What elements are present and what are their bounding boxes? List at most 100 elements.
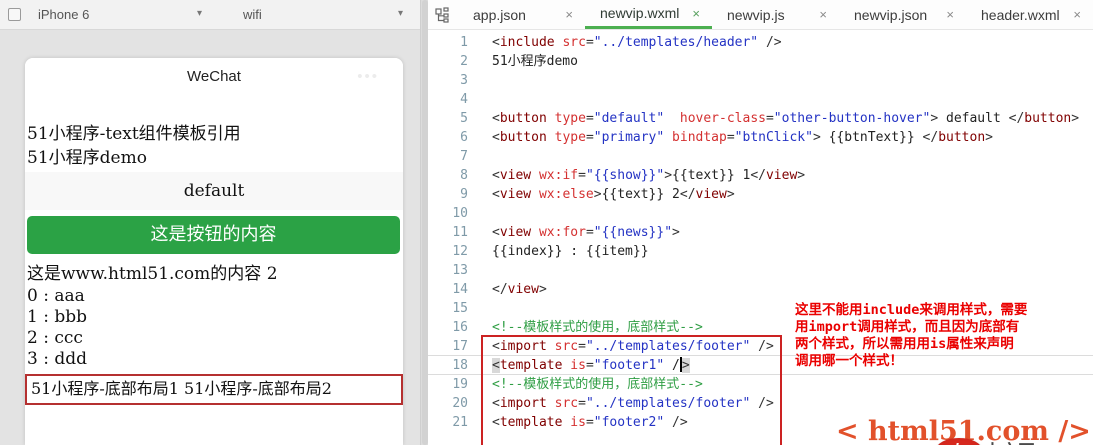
code-token (664, 130, 672, 145)
intro-line-2: 51小程序demo (27, 146, 403, 170)
code-token: type (555, 111, 586, 126)
code-text: <import src="../templates/footer" /> (468, 394, 774, 413)
network-select[interactable]: wifi (243, 7, 262, 22)
code-token (547, 339, 555, 354)
code-token: = (586, 225, 594, 240)
code-token (758, 35, 766, 50)
code-token: > (539, 282, 547, 297)
tab-newvip.json[interactable]: newvip.json× (839, 0, 966, 29)
code-line[interactable]: 19<!--模板样式的使用，底部样式--> (428, 375, 1093, 394)
primary-button[interactable]: 这是按钮的内容 (27, 216, 400, 254)
code-line[interactable]: 11<view wx:for="{{news}}"> (428, 223, 1093, 242)
code-token: template (500, 358, 563, 373)
simulator-panel: iPhone 6 ▾ wifi ▾ WeChat ••• 51小程序-text组… (0, 0, 420, 445)
line-number: 13 (428, 261, 468, 280)
file-tree-icon (435, 7, 451, 23)
code-token: src (562, 35, 585, 50)
list-item: 1 : bbb (27, 307, 403, 328)
php-logo-oval: php (936, 438, 982, 445)
code-token: > (594, 187, 602, 202)
code-token: 51小程序demo (492, 54, 578, 69)
intro-line-1: 51小程序-text组件模板引用 (27, 122, 403, 146)
list-item: 2 : ccc (27, 328, 403, 349)
code-token: < (492, 35, 500, 50)
tab-newvip.js[interactable]: newvip.js× (712, 0, 839, 29)
code-token: "footer1" (594, 358, 664, 373)
line-number: 16 (428, 318, 468, 337)
code-token: = (578, 339, 586, 354)
line-number: 4 (428, 90, 468, 109)
code-token: = (727, 130, 735, 145)
code-token: button (1024, 111, 1071, 126)
code-line[interactable]: 5<button type="default" hover-class="oth… (428, 109, 1093, 128)
code-text: 51小程序demo (468, 52, 578, 71)
close-icon[interactable]: × (692, 6, 700, 21)
close-icon[interactable]: × (1073, 7, 1081, 22)
code-line[interactable]: 14</view> (428, 280, 1093, 299)
close-icon[interactable]: × (565, 7, 573, 22)
code-token: < (492, 225, 500, 240)
chevron-down-icon: ▾ (197, 8, 202, 19)
code-line[interactable]: 1<include src="../templates/header" /> (428, 33, 1093, 52)
code-line[interactable]: 4 (428, 90, 1093, 109)
code-token (547, 396, 555, 411)
device-select[interactable]: iPhone 6 (38, 7, 89, 22)
code-token: button (500, 130, 547, 145)
content-line: 这是www.html51.com的内容 2 (25, 262, 403, 286)
default-button[interactable]: default (25, 172, 403, 210)
code-text: <!--模板样式的使用，底部样式--> (468, 375, 703, 394)
code-line[interactable]: 251小程序demo (428, 52, 1093, 71)
annotation-line: 用import调用样式，而且因为底部有 (795, 319, 1093, 336)
tab-header.wxml[interactable]: header.wxml× (966, 0, 1093, 29)
line-number: 12 (428, 242, 468, 261)
code-token (750, 396, 758, 411)
code-line[interactable]: 10 (428, 204, 1093, 223)
code-token: < (492, 396, 500, 411)
code-token: "../templates/header" (594, 35, 758, 50)
code-token: wx:for (539, 225, 586, 240)
code-line[interactable]: 9<view wx:else>{{text}} 2</view> (428, 185, 1093, 204)
code-token: button (938, 130, 985, 145)
code-token (531, 187, 539, 202)
code-token: template (500, 415, 563, 430)
code-line[interactable]: 3 (428, 71, 1093, 90)
code-line[interactable]: 7 (428, 147, 1093, 166)
code-token: = (578, 168, 586, 183)
menu-dots-icon[interactable]: ••• (357, 58, 379, 96)
code-text: <include src="../templates/header" /> (468, 33, 782, 52)
code-text (468, 261, 492, 280)
device-frame-icon[interactable] (8, 8, 21, 21)
code-token: hover-class (680, 111, 766, 126)
code-token: > (1071, 111, 1079, 126)
code-token: default (938, 111, 1008, 126)
line-number: 21 (428, 413, 468, 432)
code-token: "../templates/footer" (586, 396, 750, 411)
code-token: </ (492, 282, 508, 297)
code-token: </ (680, 187, 696, 202)
tab-newvip.wxml[interactable]: newvip.wxml× (585, 0, 712, 29)
list-item: 3 : ddd (27, 349, 403, 370)
code-token: </ (923, 130, 939, 145)
code-text (468, 71, 492, 90)
close-icon[interactable]: × (819, 7, 827, 22)
code-line[interactable]: 13 (428, 261, 1093, 280)
code-line[interactable]: 20<import src="../templates/footer" /> (428, 394, 1093, 413)
code-token: {{text}} 2 (602, 187, 680, 202)
code-line[interactable]: 6<button type="primary" bindtap="btnClic… (428, 128, 1093, 147)
chevron-down-icon: ▾ (398, 8, 403, 19)
line-number: 5 (428, 109, 468, 128)
code-editor[interactable]: 1<include src="../templates/header" />25… (428, 30, 1093, 445)
annotation-line: 这里不能用include来调用样式，需要 (795, 302, 1093, 319)
code-line[interactable]: 12{{index}} : {{item}} (428, 242, 1093, 261)
code-text: </view> (468, 280, 547, 299)
close-icon[interactable]: × (946, 7, 954, 22)
code-text: <template is="footer2" /> (468, 413, 688, 432)
tab-app.json[interactable]: app.json× (458, 0, 585, 29)
file-tree-toggle[interactable] (428, 0, 458, 29)
code-token (531, 225, 539, 240)
panel-divider[interactable] (420, 0, 428, 445)
watermark-text-close: /> (1049, 416, 1091, 445)
code-line[interactable]: 8<view wx:if="{{show}}">{{text}} 1</view… (428, 166, 1093, 185)
code-token: /> (766, 35, 782, 50)
line-number: 14 (428, 280, 468, 299)
